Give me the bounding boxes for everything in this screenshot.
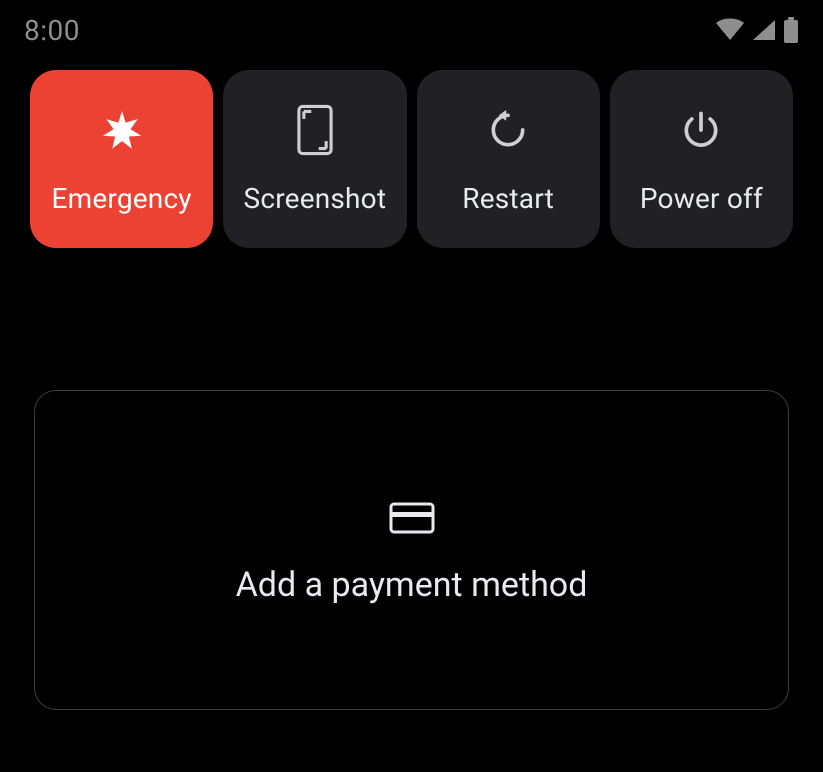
status-bar: 8:00	[0, 0, 823, 50]
emergency-icon	[96, 104, 148, 156]
screenshot-label: Screenshot	[244, 182, 387, 215]
screenshot-button[interactable]: Screenshot	[223, 70, 406, 248]
emergency-label: Emergency	[51, 182, 191, 215]
status-icons	[715, 17, 799, 43]
wifi-icon	[715, 18, 745, 42]
battery-icon	[783, 17, 799, 43]
add-payment-label: Add a payment method	[236, 565, 588, 605]
restart-label: Restart	[462, 182, 554, 215]
status-time: 8:00	[24, 14, 80, 47]
cellular-icon	[751, 18, 777, 42]
restart-button[interactable]: Restart	[417, 70, 600, 248]
credit-card-icon	[389, 495, 435, 541]
screenshot-icon	[289, 104, 341, 156]
power-menu: Emergency Screenshot Restart Pow	[0, 50, 823, 248]
power-icon	[675, 104, 727, 156]
emergency-button[interactable]: Emergency	[30, 70, 213, 248]
restart-icon	[482, 104, 534, 156]
power-off-label: Power off	[640, 182, 763, 215]
add-payment-card[interactable]: Add a payment method	[34, 390, 789, 710]
power-off-button[interactable]: Power off	[610, 70, 793, 248]
